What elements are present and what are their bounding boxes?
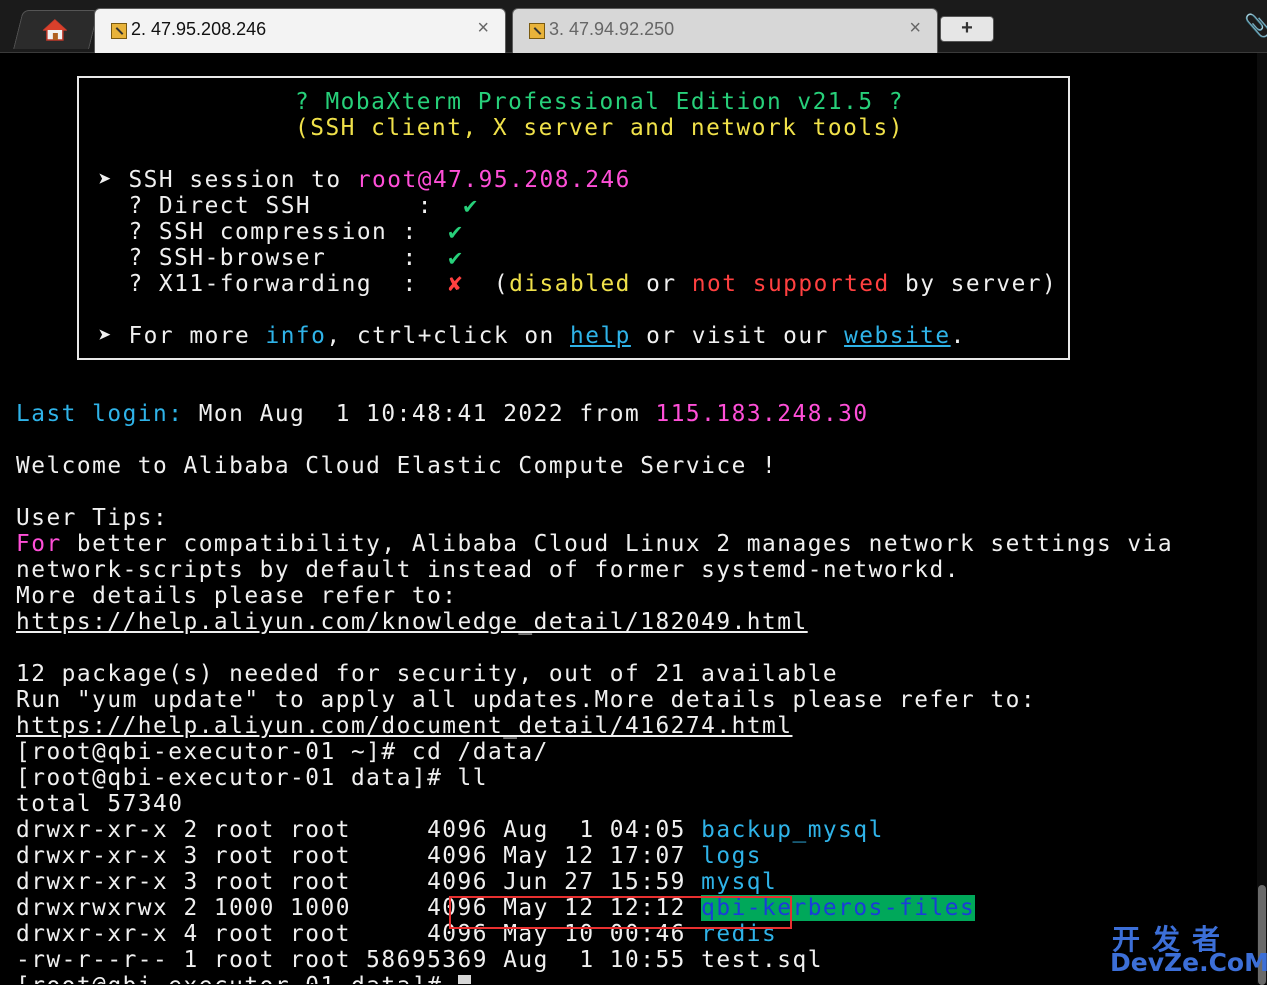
feature-ssh-compression: ? SSH compression : ✔ <box>98 219 463 245</box>
note-or: or <box>630 271 692 297</box>
session-target: root@47.95.208.246 <box>356 167 631 193</box>
knowledge-detail-link[interactable]: https://help.aliyun.com/knowledge_detail… <box>16 609 808 635</box>
feature-ssh-browser: ? SSH-browser : ✔ <box>98 245 463 271</box>
listing-meta: drwxr-xr-x 3 root root 4096 Jun 27 15:59 <box>16 869 702 895</box>
ssh-session-icon <box>111 23 127 39</box>
last-login-text: Mon Aug 1 10:48:41 2022 from <box>183 401 656 427</box>
tips-line-3: More details please refer to: <box>16 583 458 609</box>
help-link[interactable]: help <box>570 323 631 349</box>
home-tab[interactable] <box>13 10 99 49</box>
tips-header: User Tips: <box>16 505 169 531</box>
listing-name: backup_mysql <box>701 817 884 843</box>
listing-row: -rw-r--r-- 1 root root 58695369 Aug 1 10… <box>16 947 823 973</box>
home-icon <box>42 19 67 41</box>
check-icon: ✔ <box>448 219 464 245</box>
session-prefix: ➤ SSH session to <box>98 167 357 193</box>
note-disabled: disabled <box>509 271 631 297</box>
more-info-end: . <box>950 323 966 349</box>
listing-row: drwxr-xr-x 2 root root 4096 Aug 1 04:05 … <box>16 817 884 843</box>
last-login-label: Last login: <box>16 401 184 427</box>
website-link[interactable]: website <box>844 323 951 349</box>
listing-name: logs <box>701 843 763 869</box>
banner-title: ? MobaXterm Professional Edition v21.5 ? <box>295 89 904 115</box>
listing-name: mysql <box>701 869 778 895</box>
feature-label: ? SSH compression : <box>98 219 449 245</box>
tab-label: 3. 47.94.92.250 <box>549 19 675 39</box>
watermark: 开发者 DevZe.CoM <box>1108 918 1267 980</box>
listing-meta: drwxr-xr-x 2 root root 4096 Aug 1 04:05 <box>16 817 702 843</box>
total-line: total 57340 <box>16 791 184 817</box>
note-open: ( <box>463 271 510 297</box>
last-login-ip: 115.183.248.30 <box>655 401 869 427</box>
tips-line-1-rest: better compatibility, Alibaba Cloud Linu… <box>61 531 1174 557</box>
terminal[interactable]: ? MobaXterm Professional Edition v21.5 ?… <box>0 53 1267 984</box>
listing-meta: -rw-r--r-- 1 root root 58695369 Aug 1 10… <box>16 947 702 973</box>
text-cursor <box>457 975 471 984</box>
highlight-annotation-box <box>449 896 792 929</box>
tips-line-1: For better compatibility, Alibaba Cloud … <box>16 531 1173 557</box>
note-by-server: by server) <box>889 271 1058 297</box>
tab-session-3[interactable]: 3. 47.94.92.250 × <box>512 8 938 53</box>
close-icon[interactable]: × <box>909 17 921 40</box>
listing-name: test.sql <box>701 947 823 973</box>
feature-x11-forwarding: ? X11-forwarding : ✘ (disabled or not su… <box>98 271 1057 297</box>
tips-line-2: network-scripts by default instead of fo… <box>16 557 960 583</box>
more-info-line: ➤ For more info, ctrl+click on help or v… <box>98 323 966 349</box>
prompt-text: [root@qbi-executor-01 data]# <box>16 973 458 984</box>
tab-label: 2. 47.95.208.246 <box>131 19 267 39</box>
updates-line-2: Run "yum update" to apply all updates.Mo… <box>16 687 1037 713</box>
feature-label: ? SSH-browser : <box>98 245 449 271</box>
scrollbar[interactable] <box>1257 53 1267 985</box>
tab-bar: 2. 47.95.208.246 × 3. 47.94.92.250 × + 📎 <box>0 0 1267 53</box>
prompt-line: [root@qbi-executor-01 data]# <box>16 973 471 984</box>
note-not-supported: not supported <box>691 271 890 297</box>
more-info-prefix: ➤ For more <box>98 323 266 349</box>
watermark-en: DevZe.CoM <box>1110 948 1267 977</box>
feature-label: ? Direct SSH : <box>98 193 464 219</box>
more-info-mid: , ctrl+click on <box>326 323 570 349</box>
command-line: [root@qbi-executor-01 data]# ll <box>16 765 488 791</box>
check-icon: ✔ <box>463 193 479 219</box>
document-detail-link[interactable]: https://help.aliyun.com/document_detail/… <box>16 713 792 739</box>
cross-icon: ✘ <box>448 271 464 297</box>
paperclip-icon[interactable]: 📎 <box>1244 14 1267 39</box>
banner-subtitle: (SSH client, X server and network tools) <box>295 115 904 141</box>
feature-direct-ssh: ? Direct SSH : ✔ <box>98 193 479 219</box>
ssh-session-icon <box>529 23 545 39</box>
tab-session-2[interactable]: 2. 47.95.208.246 × <box>94 8 506 53</box>
check-icon: ✔ <box>448 245 464 271</box>
info-link[interactable]: info <box>265 323 326 349</box>
feature-label: ? X11-forwarding : <box>98 271 449 297</box>
more-info-mid2: or visit our <box>630 323 845 349</box>
session-line: ➤ SSH session to root@47.95.208.246 <box>98 167 631 193</box>
listing-row: drwxr-xr-x 3 root root 4096 Jun 27 15:59… <box>16 869 777 895</box>
new-tab-button[interactable]: + <box>940 16 994 42</box>
listing-meta: drwxr-xr-x 3 root root 4096 May 12 17:07 <box>16 843 702 869</box>
tips-for-word: For <box>16 531 62 557</box>
close-icon[interactable]: × <box>477 17 489 40</box>
listing-row: drwxr-xr-x 3 root root 4096 May 12 17:07… <box>16 843 762 869</box>
updates-line-1: 12 package(s) needed for security, out o… <box>16 661 839 687</box>
command-line: [root@qbi-executor-01 ~]# cd /data/ <box>16 739 549 765</box>
welcome-line: Welcome to Alibaba Cloud Elastic Compute… <box>16 453 778 479</box>
last-login-line: Last login: Mon Aug 1 10:48:41 2022 from… <box>16 401 869 427</box>
